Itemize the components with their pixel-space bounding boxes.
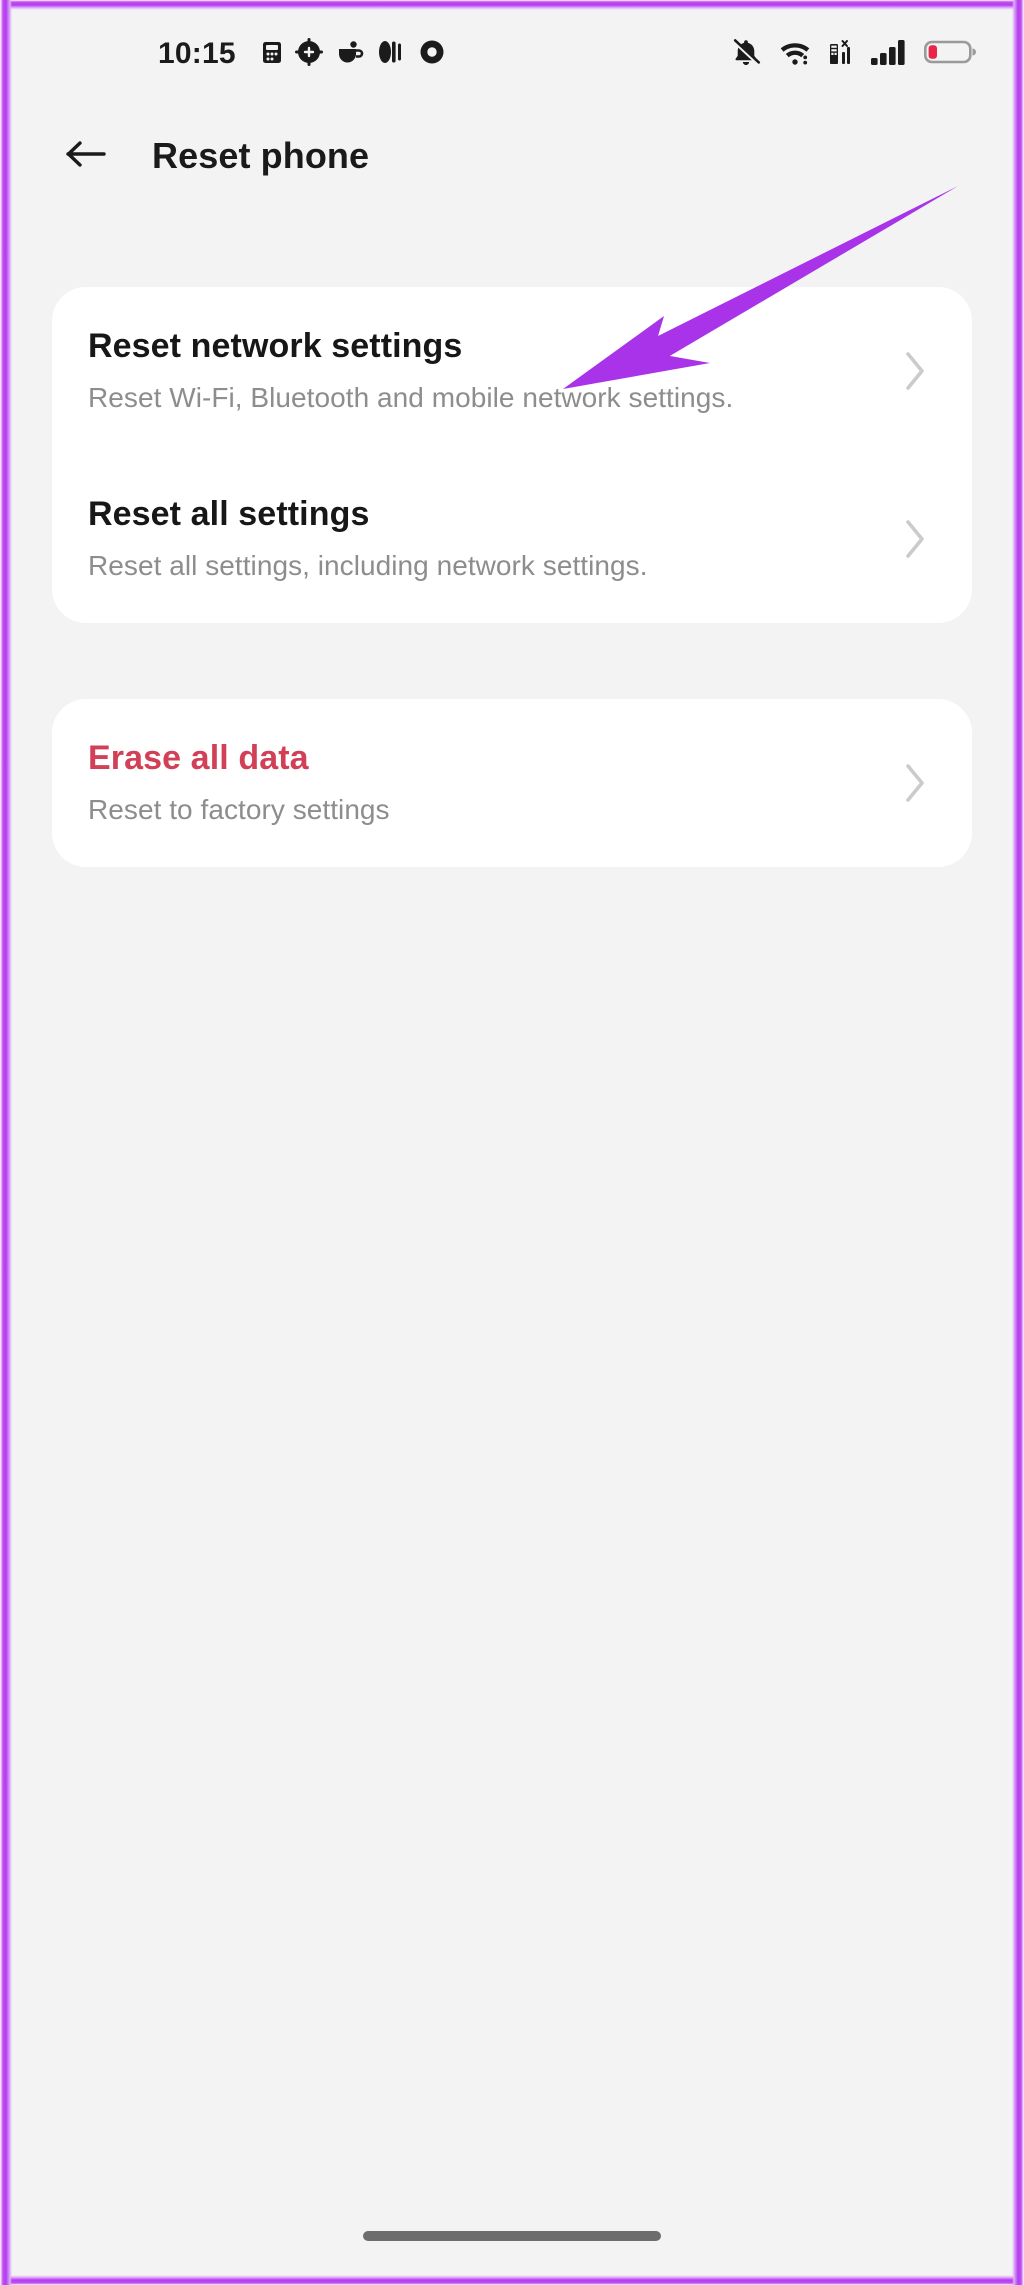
erase-all-data-row[interactable]: Erase all data Reset to factory settings [52, 699, 972, 867]
reset-all-settings-subtitle: Reset all settings, including network se… [88, 550, 648, 582]
chevron-right-icon [892, 760, 938, 806]
music-notification-icon [377, 38, 405, 71]
phone-screen: 10:15 Reset phone Reset network settings… [10, 8, 1014, 2277]
erase-card: Erase all data Reset to factory settings [52, 699, 972, 867]
notifications-muted-icon [730, 36, 762, 73]
screenshot-frame: 10:15 Reset phone Reset network settings… [0, 0, 1024, 2285]
erase-all-data-subtitle: Reset to factory settings [88, 794, 390, 826]
page-title: Reset phone [152, 135, 370, 176]
chevron-right-icon [892, 348, 938, 394]
cellular-signal-icon [870, 37, 908, 72]
sim-signal-icon [828, 37, 854, 72]
back-button[interactable] [58, 128, 114, 184]
reset-network-settings-subtitle: Reset Wi-Fi, Bluetooth and mobile networ… [88, 382, 734, 414]
calculator-notification-icon [262, 40, 282, 69]
battery-low-icon [923, 38, 976, 71]
reset-settings-card: Reset network settings Reset Wi-Fi, Blue… [52, 287, 972, 623]
compass-notification-icon [294, 37, 323, 71]
reset-network-settings-text: Reset network settings Reset Wi-Fi, Blue… [88, 327, 878, 414]
chevron-right-icon [892, 516, 938, 562]
status-bar: 10:15 [10, 8, 1014, 100]
erase-all-data-text: Erase all data Reset to factory settings [88, 739, 878, 826]
app-bar: Reset phone [10, 100, 1014, 212]
status-bar-clock: 10:15 [158, 37, 236, 70]
status-bar-notification-icons [262, 37, 446, 71]
reset-network-settings-row[interactable]: Reset network settings Reset Wi-Fi, Blue… [52, 287, 972, 455]
coffee-notification-icon [336, 39, 364, 70]
recorder-notification-icon [418, 38, 446, 71]
reset-all-settings-title: Reset all settings [88, 495, 370, 534]
reset-all-settings-row[interactable]: Reset all settings Reset all settings, i… [52, 455, 972, 623]
reset-network-settings-title: Reset network settings [88, 327, 463, 366]
status-bar-left: 10:15 [10, 37, 446, 71]
wifi-icon [778, 37, 812, 72]
erase-all-data-title: Erase all data [88, 739, 309, 778]
status-bar-right [730, 36, 976, 73]
reset-all-settings-text: Reset all settings Reset all settings, i… [88, 495, 878, 582]
arrow-left-icon [63, 134, 109, 179]
home-gesture-bar[interactable] [363, 2231, 661, 2241]
